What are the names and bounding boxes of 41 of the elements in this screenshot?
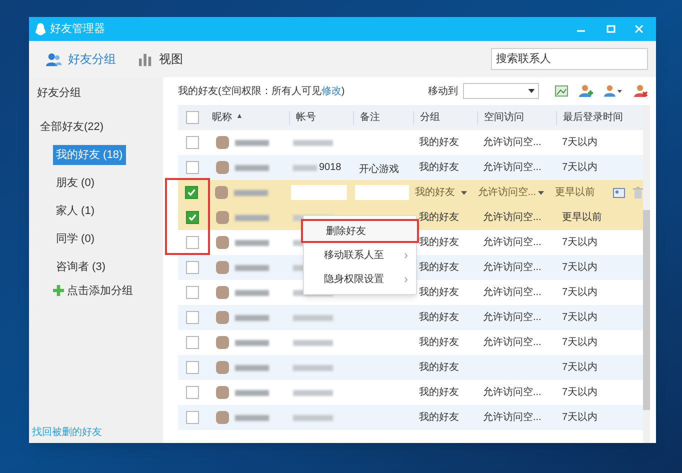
- access-text: 允许访问空...: [483, 160, 542, 175]
- last-login-text: 7天以内: [562, 160, 598, 175]
- access-text: 允许访问空...: [483, 386, 542, 400]
- sidebar-title: 好友分组: [36, 86, 82, 101]
- last-login-text: 更早以前: [562, 210, 602, 225]
- last-login-text: 7天以内: [562, 410, 598, 425]
- access-text: 允许访问空...: [483, 236, 542, 250]
- access-text: 允许访问空...: [483, 136, 542, 150]
- group-text: 我的好友: [419, 360, 459, 375]
- group-text: 我的好友: [419, 160, 459, 175]
- group-text: 我的好友: [419, 136, 459, 150]
- last-login-text: 7天以内: [562, 136, 598, 150]
- access-text: 允许访问空...: [483, 260, 542, 275]
- last-login-text: 7天以内: [562, 386, 598, 400]
- move-to-label: 移动到: [428, 84, 458, 98]
- group-text: 我的好友: [419, 310, 459, 325]
- remark-text: 开心游戏: [359, 164, 399, 174]
- last-login-text: 7天以内: [562, 260, 598, 275]
- group-text: 我的好友: [419, 260, 459, 275]
- access-text: 允许访问空...: [483, 410, 542, 425]
- access-text: 允许访问空...: [483, 286, 542, 300]
- submenu-arrow: ›: [404, 271, 408, 288]
- access-text: 允许访问空...: [483, 336, 542, 350]
- group-text: 我的好友: [419, 336, 459, 350]
- access-text: 允许访问空...: [483, 210, 542, 225]
- group-text: 我的好友: [419, 286, 459, 300]
- window-title: 好友管理器: [50, 22, 105, 37]
- last-login-text: 7天以内: [562, 336, 598, 350]
- account-text: 9018: [319, 161, 342, 175]
- group-text: 我的好友: [419, 386, 459, 400]
- last-login-text: 7天以内: [562, 236, 598, 250]
- list-header-text: 我的好友(空间权限：所有人可见修改): [178, 84, 345, 98]
- access-text: 允许访问空...: [483, 310, 542, 325]
- group-text: 我的好友: [419, 410, 459, 425]
- group-text: 我的好友: [419, 236, 459, 250]
- last-login-text: 更早以前: [555, 186, 595, 200]
- last-login-text: 7天以内: [562, 286, 598, 300]
- last-login-text: 7天以内: [562, 360, 598, 375]
- submenu-arrow: ›: [404, 247, 408, 264]
- last-login-text: 7天以内: [562, 310, 598, 325]
- group-text: 我的好友: [419, 210, 459, 225]
